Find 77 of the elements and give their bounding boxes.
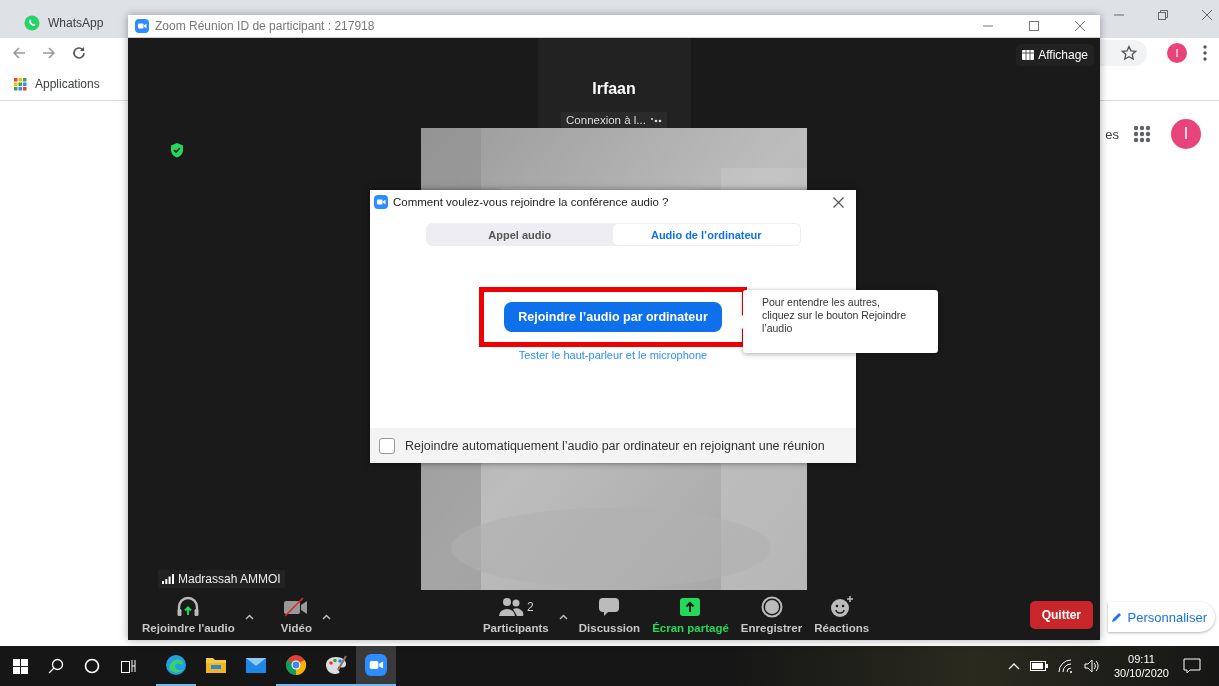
forward-icon[interactable] <box>42 46 56 60</box>
battery-icon[interactable] <box>1029 661 1048 671</box>
profile-avatar[interactable]: I <box>1171 119 1201 149</box>
signal-icon <box>162 574 174 584</box>
zoom-logo-icon <box>374 195 388 209</box>
close-icon <box>1202 10 1212 20</box>
apps-grid-icon[interactable] <box>1133 125 1151 143</box>
taskbar-app[interactable] <box>356 646 396 686</box>
envelope-icon <box>245 656 267 674</box>
date-text: 30/10/2020 <box>1113 666 1169 680</box>
pencil-icon <box>1110 611 1123 623</box>
back-icon[interactable] <box>12 46 26 60</box>
close-icon <box>1075 21 1085 31</box>
customize-button[interactable]: Personnaliser <box>1107 602 1215 632</box>
audio-button[interactable]: Rejoindre l'audio <box>136 596 241 634</box>
chat-bubble-icon <box>24 15 40 31</box>
status-text: Connexion à l... <box>566 114 646 126</box>
share-screen-icon <box>679 597 702 617</box>
checkbox[interactable] <box>379 437 395 454</box>
chevron-up-icon[interactable] <box>1007 662 1020 670</box>
participants-button[interactable]: 2 Participants <box>476 596 555 634</box>
search-icon[interactable] <box>48 658 64 674</box>
dots-icon <box>649 117 662 123</box>
record-icon <box>760 596 783 618</box>
profile-avatar[interactable]: I <box>1167 43 1187 63</box>
window-title: Zoom Réunion ID de participant : 217918 <box>155 19 375 33</box>
apps-grid-icon <box>14 77 27 91</box>
zoom-logo-icon <box>135 19 149 33</box>
record-button[interactable]: Enregistrer <box>734 596 809 634</box>
share-button[interactable]: Écran partagé <box>646 596 735 634</box>
shield-check-icon <box>170 142 184 158</box>
dialog-title: Comment voulez-vous rejoindre la conférence audio ? <box>393 196 669 208</box>
circle-icon[interactable] <box>84 658 100 674</box>
caret-icon <box>559 614 569 620</box>
time-text: 09:11 <box>1128 652 1155 666</box>
palette-icon <box>325 654 347 676</box>
video-camera-icon <box>365 654 387 676</box>
maximize-icon <box>1029 21 1039 31</box>
page-text: es <box>1105 126 1119 142</box>
reactions-button[interactable]: Réactions <box>808 596 876 634</box>
caret-icon <box>322 614 332 620</box>
grid-icon <box>1022 50 1035 60</box>
speaker-icon[interactable] <box>1083 659 1100 673</box>
bookmark-item[interactable]: Applications <box>14 77 100 91</box>
close-icon <box>832 196 844 208</box>
join-audio-button[interactable]: Rejoindre l’audio par ordinateur <box>504 302 722 332</box>
participant-name: Madrassah AMMOI <box>178 572 281 586</box>
restore-icon <box>1158 10 1168 20</box>
star-icon[interactable] <box>1121 45 1137 61</box>
people-icon <box>498 597 524 617</box>
address-bar[interactable] <box>1097 40 1147 66</box>
speech-bubble-icon <box>598 597 621 617</box>
windows-logo-icon[interactable] <box>13 658 28 674</box>
checkbox-label: Rejoindre automatiquement l’audio par ordinateur en rejoignant une réunion <box>405 438 825 453</box>
video-button[interactable]: Vidéo <box>274 596 318 634</box>
swirl-icon <box>165 654 187 676</box>
participant-count: 2 <box>527 600 534 614</box>
menu-icon[interactable] <box>1203 45 1207 61</box>
reload-icon[interactable] <box>72 46 86 60</box>
tooltip-text: Pour entendre les autres, cliquez sur le bouton Rejoindre l’audio <box>762 296 908 335</box>
wifi-icon[interactable] <box>1057 659 1074 673</box>
clock[interactable]: 09:11 30/10/2020 <box>1113 652 1169 680</box>
chat-button[interactable]: Discussion <box>572 596 647 634</box>
notification-icon[interactable] <box>1183 658 1201 674</box>
smiley-plus-icon <box>829 596 854 618</box>
test-audio-link[interactable]: Tester le haut-parleur et le microphone <box>518 349 708 361</box>
speaker-name: Irfaan <box>592 80 636 98</box>
tab[interactable]: Audio de l’ordinateur <box>613 224 800 245</box>
chrome-ball-icon <box>285 654 307 676</box>
tab[interactable]: Appel audio <box>426 224 613 245</box>
browser-tab[interactable]: WhatsApp <box>8 8 123 38</box>
headphones-icon <box>176 596 201 618</box>
task-view-icon[interactable] <box>120 658 136 674</box>
caret-icon <box>245 614 255 620</box>
folder-icon <box>205 656 227 674</box>
leave-button[interactable]: Quitter <box>1029 601 1093 629</box>
view-button[interactable]: Affichage <box>1016 44 1094 66</box>
